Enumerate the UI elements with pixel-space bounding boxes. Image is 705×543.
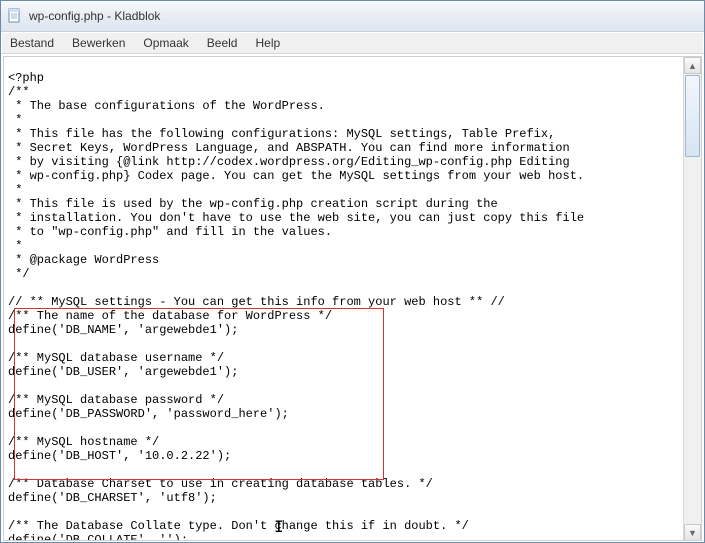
code-line: * @package WordPress [8, 253, 159, 267]
text-content[interactable]: <?php /** * The base configurations of t… [4, 57, 701, 541]
code-line: * [8, 113, 22, 127]
code-line: /** The name of the database for WordPre… [8, 309, 332, 323]
code-line: * wp-config.php} Codex page. You can get… [8, 169, 584, 183]
code-line: define('DB_USER', 'argewebde1'); [8, 365, 238, 379]
code-line: * This file has the following configurat… [8, 127, 555, 141]
code-line: /** MySQL hostname */ [8, 435, 159, 449]
code-line: /** The Database Collate type. Don't cha… [8, 519, 469, 533]
code-line: * The base configurations of the WordPre… [8, 99, 325, 113]
code-line: define('DB_HOST', '10.0.2.22'); [8, 449, 231, 463]
code-line: /** MySQL database password */ [8, 393, 224, 407]
menu-help[interactable]: Help [255, 36, 280, 50]
code-line: * to "wp-config.php" and fill in the val… [8, 225, 332, 239]
window-title: wp-config.php - Kladblok [29, 9, 160, 23]
code-line: define('DB_NAME', 'argewebde1'); [8, 323, 238, 337]
menu-edit[interactable]: Bewerken [72, 36, 125, 50]
menu-file[interactable]: Bestand [10, 36, 54, 50]
title-bar: wp-config.php - Kladblok [1, 1, 704, 32]
code-line: <?php [8, 71, 44, 85]
code-line: * installation. You don't have to use th… [8, 211, 584, 225]
code-line: define('DB_COLLATE', ''); [8, 533, 188, 541]
code-line: * [8, 183, 22, 197]
code-line: * [8, 239, 22, 253]
code-line: /** [8, 85, 30, 99]
vertical-scrollbar[interactable]: ▲ ▼ [683, 57, 701, 540]
scroll-track[interactable] [684, 75, 701, 524]
code-line: define('DB_PASSWORD', 'password_here'); [8, 407, 289, 421]
menu-bar: Bestand Bewerken Opmaak Beeld Help [1, 32, 704, 54]
code-line: define('DB_CHARSET', 'utf8'); [8, 491, 217, 505]
menu-format[interactable]: Opmaak [143, 36, 188, 50]
scroll-thumb[interactable] [685, 75, 700, 157]
code-line: * by visiting {@link http://codex.wordpr… [8, 155, 570, 169]
code-line: /** MySQL database username */ [8, 351, 224, 365]
code-line: * Secret Keys, WordPress Language, and A… [8, 141, 570, 155]
editor-area[interactable]: <?php /** * The base configurations of t… [3, 56, 702, 541]
scroll-up-button[interactable]: ▲ [684, 57, 701, 74]
scroll-down-button[interactable]: ▼ [684, 524, 701, 541]
notepad-icon [7, 8, 23, 24]
code-line: // ** MySQL settings - You can get this … [8, 295, 505, 309]
code-line: */ [8, 267, 30, 281]
code-line: * This file is used by the wp-config.php… [8, 197, 498, 211]
menu-view[interactable]: Beeld [207, 36, 238, 50]
code-line: /** Database Charset to use in creating … [8, 477, 433, 491]
